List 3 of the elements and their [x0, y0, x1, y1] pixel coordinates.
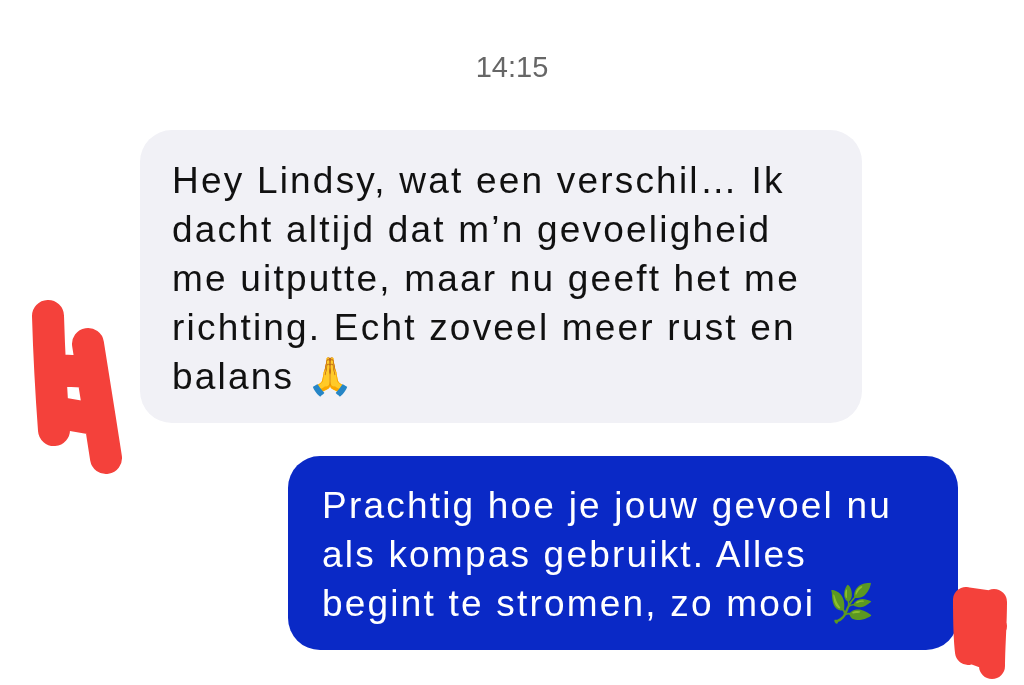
message-text: Hey Lindsy, wat een verschil… Ik dacht altijd dat m’n gevoeligheid me uitputte, maar nu geeft het me richting. Echt zoveel meer rust en balans 🙏: [172, 159, 801, 399]
message-text: Prachtig hoe je jouw gevoel nu als kompas gebruikt. Alles begint te stromen, zo mooi 🌿: [322, 484, 893, 626]
timestamp: 14:15: [475, 50, 549, 85]
